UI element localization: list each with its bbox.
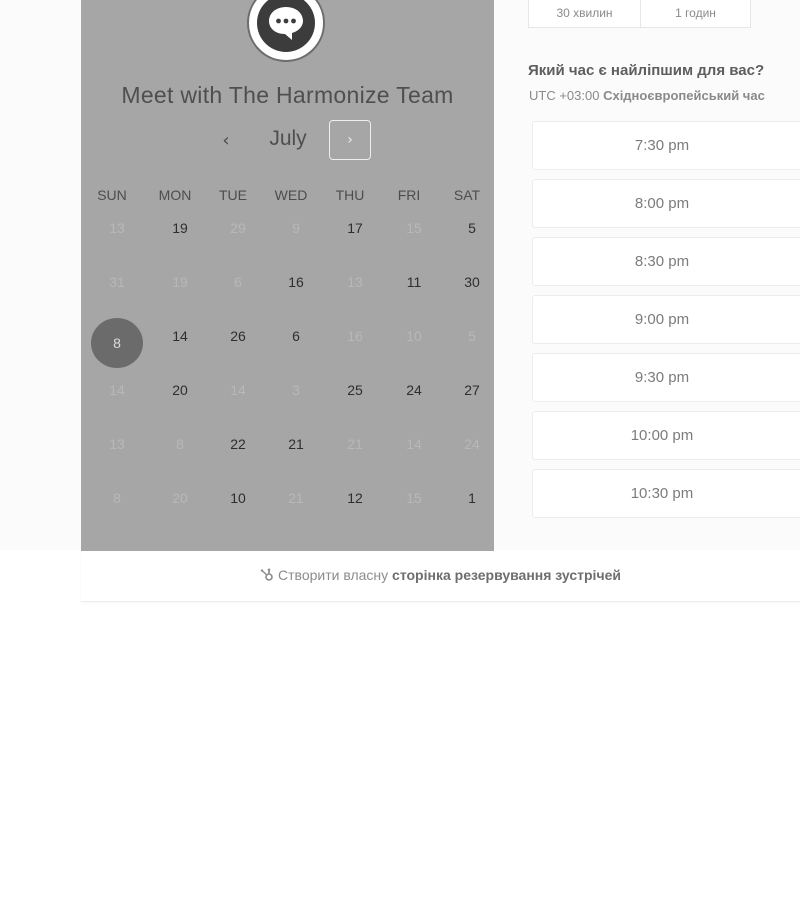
calendar-day: 13 — [347, 274, 363, 290]
calendar-day: 13 — [109, 436, 125, 452]
calendar-day[interactable]: 5 — [446, 218, 498, 238]
calendar-day[interactable]: 30 — [446, 272, 498, 292]
calendar-day[interactable]: 27 — [446, 380, 498, 400]
calendar-day[interactable]: 25 — [329, 380, 381, 400]
calendar-day: 14 — [406, 436, 422, 452]
calendar-day: 16 — [347, 328, 363, 344]
time-slot-button[interactable]: 9:30 pm — [532, 353, 800, 402]
calendar-panel: Meet with The Harmonize Team ‹ July › SU… — [81, 0, 494, 551]
calendar-day[interactable]: 24 — [388, 380, 440, 400]
calendar-day: 13 — [109, 220, 125, 236]
timezone-name: Східноєвропейський час — [603, 88, 765, 103]
calendar-day: 21 — [288, 490, 304, 506]
calendar-day: 19 — [172, 274, 188, 290]
calendar-day[interactable]: 20 — [154, 380, 206, 400]
calendar-day[interactable]: 26 — [212, 326, 264, 346]
calendar-day: 21 — [347, 436, 363, 452]
calendar-day: 14 — [109, 382, 125, 398]
calendar-day[interactable]: 11 — [388, 272, 440, 292]
calendar-day[interactable]: 21 — [270, 434, 322, 454]
calendar-grid: 13 19 29 9 17 15 5 31 19 6 16 13 11 30 8 14 26 6 16 10 5 14 20… — [81, 0, 494, 551]
calendar-day[interactable]: 16 — [270, 272, 322, 292]
calendar-day: 29 — [230, 220, 246, 236]
calendar-day[interactable]: 6 — [270, 326, 322, 346]
footer-link-text: сторінка резервування зустрічей — [392, 567, 621, 583]
calendar-day: 31 — [109, 274, 125, 290]
timezone-offset: UTC +03:00 — [529, 88, 600, 103]
calendar-day: 9 — [292, 220, 300, 236]
time-slot-button[interactable]: 10:00 pm — [532, 411, 800, 460]
tab-30-minutes[interactable]: 30 хвилин — [529, 0, 641, 27]
time-slot-button[interactable]: 8:00 pm — [532, 179, 800, 228]
time-question: Який час є найліпшим для вас? — [528, 62, 765, 79]
calendar-day[interactable]: 10 — [212, 488, 264, 508]
time-slot-button[interactable]: 9:00 pm — [532, 295, 800, 344]
calendar-day: 3 — [292, 382, 300, 398]
time-slot-button[interactable]: 10:30 pm — [532, 469, 800, 518]
calendar-day[interactable]: 1 — [446, 488, 498, 508]
footer-prefix: Створити власну — [278, 567, 389, 583]
calendar-day: 24 — [464, 436, 480, 452]
calendar-day: 8 — [176, 436, 184, 452]
calendar-day[interactable]: 22 — [212, 434, 264, 454]
calendar-day: 6 — [234, 274, 242, 290]
timezone-label[interactable]: UTC +03:00 Східноєвропейський час — [529, 88, 765, 103]
selected-day[interactable]: 8 — [91, 318, 143, 368]
create-booking-page-link[interactable]: Створити власну сторінка резервування зу… — [81, 567, 800, 585]
calendar-day: 8 — [113, 490, 121, 506]
tab-1-hour[interactable]: 1 годин — [640, 0, 751, 27]
calendar-day[interactable]: 19 — [154, 218, 206, 238]
calendar-day: 15 — [406, 490, 422, 506]
calendar-day: 10 — [406, 328, 422, 344]
footer: Створити власну сторінка резервування зу… — [81, 553, 800, 602]
time-slot-button[interactable]: 8:30 pm — [532, 237, 800, 286]
calendar-day: 20 — [172, 490, 188, 506]
calendar-day: 14 — [230, 382, 246, 398]
calendar-day: 15 — [406, 220, 422, 236]
time-slot-button[interactable]: 7:30 pm — [532, 121, 800, 170]
hubspot-sprocket-icon — [260, 568, 274, 585]
calendar-day: 5 — [468, 328, 476, 344]
calendar-day[interactable]: 14 — [154, 326, 206, 346]
calendar-day[interactable]: 17 — [329, 218, 381, 238]
calendar-day[interactable]: 12 — [329, 488, 381, 508]
duration-tabs: 30 хвилин 1 годин — [528, 0, 751, 28]
